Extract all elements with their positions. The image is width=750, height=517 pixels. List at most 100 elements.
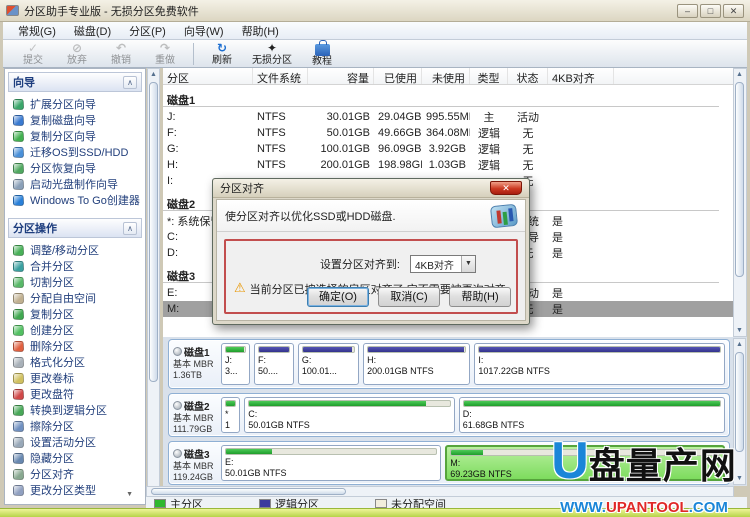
sidebar-item[interactable]: 删除分区 <box>13 338 145 354</box>
partition-block-*[interactable]: * 1 <box>221 397 241 433</box>
legend-swatch-icon <box>154 499 166 508</box>
scroll-up-icon[interactable]: ▲ <box>734 339 745 350</box>
disk-panel-2[interactable]: 磁盘2 基本 MBR 111.79GB * 1 C: 50.01GB NTFS D: 61.68… <box>168 393 730 437</box>
menu-item-向[interactable]: 向导(W) <box>175 21 233 41</box>
table-scrollbar[interactable]: ▲ ▼ <box>733 68 747 337</box>
sidebar-item[interactable]: Windows To Go创建器 <box>13 192 145 208</box>
column-header[interactable]: 4KB对齐 <box>548 68 614 85</box>
dialog-title-bar[interactable]: 分区对齐 ✕ <box>213 179 529 198</box>
disk-panel-1[interactable]: 磁盘1 基本 MBR 1.36TB J: 3... F: 50.... G: 100.01...… <box>168 339 730 389</box>
sidebar-item-label: 复制磁盘向导 <box>30 115 96 127</box>
usage-gauge <box>225 448 438 455</box>
chevron-down-icon[interactable]: ▼ <box>461 256 475 272</box>
column-header[interactable]: 状态 <box>508 68 548 85</box>
scroll-up-icon[interactable]: ▲ <box>148 69 159 80</box>
help-button[interactable]: 帮助(H) <box>449 287 511 307</box>
sidebar-item[interactable]: 分配自由空间 <box>13 290 145 306</box>
sidebar-item-label: 复制分区 <box>30 309 74 321</box>
partition-size-label: 50.01GB NTFS <box>225 468 287 478</box>
partition-block-d[interactable]: D: 61.68GB NTFS <box>458 397 725 433</box>
sidebar-item[interactable]: 格式化分区 <box>13 354 145 370</box>
sidebar-item[interactable]: 合并分区 <box>13 258 145 274</box>
disk-label: 磁盘3 基本 MBR 119.24GB <box>173 445 221 482</box>
table-row[interactable]: G: NTFS 100.01GB 96.09GB 3.92GB 逻辑 无 <box>163 141 733 157</box>
scrollbar-thumb[interactable] <box>149 82 158 382</box>
partition-blocks: * 1 C: 50.01GB NTFS D: 61.68GB NTFS <box>221 397 725 433</box>
sidebar-scrollbar[interactable]: ▲ ▼ <box>147 68 160 505</box>
table-row[interactable]: J: NTFS 30.01GB 29.04GB 995.55MB 主 活动 <box>163 109 733 125</box>
scroll-more-icon[interactable]: ▼ <box>126 491 133 498</box>
scrollbar-thumb[interactable] <box>735 352 744 452</box>
sidebar-item[interactable]: 分区恢复向导 <box>13 160 145 176</box>
column-header[interactable]: 分区 <box>163 68 253 85</box>
sidebar-item[interactable]: 切割分区 <box>13 274 145 290</box>
table-row[interactable]: H: NTFS 200.01GB 198.98GB 1.03GB 逻辑 无 <box>163 157 733 173</box>
sidebar-item-label: 删除分区 <box>30 341 74 353</box>
menu-item-分[interactable]: 分区(P) <box>120 21 175 41</box>
sidebar-item[interactable]: 调整/移动分区 <box>13 242 145 258</box>
partition-block-e[interactable]: E: 50.01GB NTFS <box>221 445 442 481</box>
scroll-down-icon[interactable]: ▼ <box>734 473 745 484</box>
scrollbar-thumb[interactable] <box>735 82 744 277</box>
sidebar-item[interactable]: 隐藏分区 <box>13 450 145 466</box>
partition-block-c[interactable]: C: 50.01GB NTFS <box>244 397 455 433</box>
collapse-chevron-icon[interactable]: ∧ <box>123 221 137 235</box>
ok-button[interactable]: 确定(O) <box>307 287 369 307</box>
partition-block-g[interactable]: G: 100.01... <box>297 343 360 385</box>
toolbar-button-tutorial[interactable]: 教程 <box>300 39 344 67</box>
usage-fill <box>302 347 353 352</box>
toolbar-button-refresh[interactable]: ↻ 刷新 <box>200 41 244 67</box>
column-header[interactable]: 已使用 <box>374 68 422 85</box>
sidebar-item[interactable]: 创建分区 <box>13 322 145 338</box>
partition-block-f[interactable]: F: 50.... <box>254 343 294 385</box>
column-header[interactable]: 未使用 <box>422 68 470 85</box>
partition-letter: M: <box>450 458 461 468</box>
table-cell: 364.08MB <box>426 127 470 139</box>
column-header[interactable]: 文件系统 <box>253 68 308 85</box>
scroll-down-icon[interactable]: ▼ <box>734 325 745 336</box>
cancel-button[interactable]: 取消(C) <box>378 287 440 307</box>
column-header[interactable]: 类型 <box>470 68 508 85</box>
disk-icon <box>173 401 182 410</box>
close-button[interactable]: ✕ <box>723 3 744 18</box>
sidebar-item[interactable]: 扩展分区向导 <box>13 96 145 112</box>
sidebar-item[interactable]: 复制分区向导 <box>13 128 145 144</box>
disk-panel-3[interactable]: 磁盘3 基本 MBR 119.24GB E: 50.01GB NTFS M: 69.23GB… <box>168 441 730 485</box>
sidebar-item[interactable]: 更改卷标 <box>13 370 145 386</box>
bootable-cd-wizard-icon <box>13 178 24 190</box>
partition-block-h[interactable]: H: 200.01GB NTFS <box>363 343 471 385</box>
sidebar-item[interactable]: 更改盘符 <box>13 386 145 402</box>
sidebar-item[interactable]: 复制分区 <box>13 306 145 322</box>
sidebar-item[interactable]: 设置活动分区 <box>13 434 145 450</box>
table-cell: J: <box>167 111 176 123</box>
toolbar-button-undo: ↶ 撤销 <box>99 41 143 67</box>
menu-item-帮[interactable]: 帮助(H) <box>233 21 288 41</box>
partition-block-m[interactable]: M: 69.23GB NTFS <box>445 445 725 481</box>
column-header[interactable]: 容量 <box>308 68 374 85</box>
sidebar-item[interactable]: 转换到逻辑分区 <box>13 402 145 418</box>
sidebar-item[interactable]: 迁移OS到SSD/HDD <box>13 144 145 160</box>
table-row[interactable]: F: NTFS 50.01GB 49.66GB 364.08MB 逻辑 无 <box>163 125 733 141</box>
menu-item-磁[interactable]: 磁盘(D) <box>65 21 120 41</box>
table-cell: 逻辑 <box>478 128 500 140</box>
toolbar-button-lossless-partition[interactable]: ✦ 无损分区 <box>244 41 300 67</box>
alignment-dropdown[interactable]: 4KB对齐 ▼ <box>410 255 476 273</box>
sidebar-item[interactable]: 擦除分区 <box>13 418 145 434</box>
sidebar-item[interactable]: 分区对齐 <box>13 466 145 482</box>
menu-item-常[interactable]: 常规(G) <box>9 21 65 41</box>
minimize-button[interactable]: – <box>677 3 698 18</box>
partition-block-j[interactable]: J: 3... <box>221 343 250 385</box>
copy-disk-wizard-icon <box>13 114 24 126</box>
partition-block-i[interactable]: I: 1017.22GB NTFS <box>474 343 725 385</box>
collapse-chevron-icon[interactable]: ∧ <box>123 75 137 89</box>
dialog-close-button[interactable]: ✕ <box>490 181 522 195</box>
maximize-button[interactable]: □ <box>700 3 721 18</box>
sidebar-item-label: 更改盘符 <box>30 389 74 401</box>
disk-area-scrollbar[interactable]: ▲ ▼ <box>733 338 746 485</box>
partition-size-label: 1 <box>225 420 231 430</box>
scrollbar-thumb[interactable] <box>151 488 346 495</box>
sidebar-item[interactable]: 启动光盘制作向导 <box>13 176 145 192</box>
scroll-up-icon[interactable]: ▲ <box>734 69 745 80</box>
window-controls: – □ ✕ <box>677 3 744 18</box>
sidebar-item[interactable]: 复制磁盘向导 <box>13 112 145 128</box>
